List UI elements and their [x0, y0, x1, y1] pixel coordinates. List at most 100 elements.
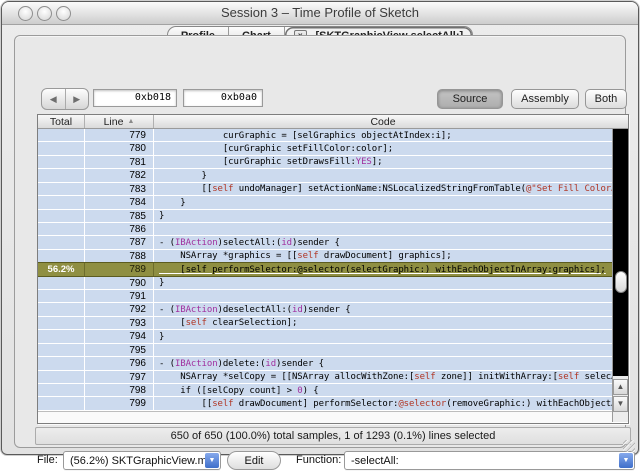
back-button[interactable]: ◀ — [42, 89, 65, 109]
total-cell — [38, 370, 85, 384]
table-row[interactable]: 787 - (IBAction)selectAll:(id)sender { — [38, 236, 612, 250]
code-cell: [[self undoManager] setActionName:NSLoca… — [159, 184, 612, 195]
line-number-cell: 781 — [85, 155, 154, 169]
total-cell — [38, 196, 85, 209]
table-row[interactable]: 792 - (IBAction)deselectAll:(id)sender { — [38, 303, 612, 317]
total-cell — [38, 276, 85, 290]
total-cell — [38, 330, 85, 343]
code-cell: if ([selCopy count] > 0) { — [159, 385, 319, 396]
line-number-cell: 798 — [85, 384, 154, 397]
table-row[interactable]: 791 — [38, 290, 612, 304]
table-row[interactable]: 780 [curGraphic setFillColor:color]; — [38, 142, 612, 156]
total-cell — [38, 249, 85, 263]
table-header: Total Line ▲ Code — [38, 115, 628, 129]
scrollbar-track[interactable] — [613, 129, 628, 376]
scroll-down-button[interactable]: ▼ — [613, 396, 628, 412]
scrollbar-thumb[interactable] — [614, 271, 627, 293]
code-cell: [self performSelector:@selector(selectGr… — [159, 264, 606, 275]
popup-arrow-icon: ▼ — [619, 453, 633, 468]
table-row[interactable]: 783 [[self undoManager] setActionName:NS… — [38, 182, 612, 197]
line-number-cell: 799 — [85, 397, 154, 410]
back-arrow-icon: ◀ — [49, 93, 57, 104]
code-cell — [154, 290, 612, 302]
line-number-cell: 791 — [85, 290, 154, 303]
file-popup-value: (56.2%) SKTGraphicView.m — [70, 454, 207, 467]
code-cell: NSArray *selCopy = [[NSArray allocWithZo… — [159, 372, 612, 383]
forward-arrow-icon: ▶ — [73, 93, 81, 104]
popup-arrow-icon: ▼ — [205, 453, 219, 468]
code-cell: NSArray *graphics = [[self drawDocument]… — [159, 251, 452, 262]
table-row[interactable]: 790} — [38, 276, 612, 291]
table-row[interactable]: 779 curGraphic = [selGraphics objectAtIn… — [38, 129, 612, 143]
total-cell — [38, 397, 85, 410]
edit-button[interactable]: Edit — [227, 451, 281, 470]
code-cell: [curGraphic setFillColor:color]; — [159, 143, 394, 154]
line-number-cell: 780 — [85, 142, 154, 155]
scrollbar-header-spacer — [612, 115, 628, 128]
scroll-up-button[interactable]: ▲ — [613, 379, 628, 395]
footer-bar: File: (56.2%) SKTGraphicView.m ▼ Edit Fu… — [15, 450, 635, 472]
code-cell: } — [159, 278, 165, 289]
history-nav-control: ◀ ▶ — [41, 88, 89, 110]
table-row[interactable]: 56.2% 789 [self performSelector:@selector… — [38, 263, 612, 277]
resize-grip-icon[interactable] — [623, 440, 635, 452]
total-cell — [38, 209, 85, 222]
vertical-scrollbar[interactable]: ▲ ▼ — [612, 129, 628, 422]
table-row[interactable]: 781 [curGraphic setDrawsFill:YES]; — [38, 155, 612, 170]
table-row[interactable]: 795 — [38, 343, 612, 358]
sort-ascending-icon: ▲ — [127, 118, 135, 125]
table-row[interactable]: 798 if ([selCopy count] > 0) { — [38, 384, 612, 398]
assembly-view-button[interactable]: Assembly — [511, 89, 579, 109]
content-panel: ◀ ▶ 0xb018 0xb0a0 Source Assembly Both T… — [14, 35, 635, 470]
address-field-start[interactable]: 0xb018 — [93, 89, 177, 107]
line-number-cell: 779 — [85, 129, 154, 142]
code-table: Total Line ▲ Code 779 curGraphic = [selG… — [37, 114, 629, 424]
function-popup[interactable]: -selectAll: ▼ — [344, 451, 635, 470]
line-number-cell: 784 — [85, 196, 154, 209]
line-number-cell: 788 — [85, 249, 154, 263]
code-cell — [154, 223, 612, 235]
source-view-button[interactable]: Source — [437, 89, 503, 109]
table-row[interactable]: 799 [[self drawDocument] performSelector… — [38, 397, 612, 411]
code-cell: curGraphic = [selGraphics objectAtIndex:… — [159, 130, 452, 141]
both-view-button[interactable]: Both — [585, 89, 627, 109]
function-popup-value: -selectAll: — [351, 454, 399, 467]
total-cell — [38, 169, 85, 182]
line-number-cell: 793 — [85, 316, 154, 330]
line-number-cell: 789 — [85, 263, 154, 276]
code-cell: [[self drawDocument] performSelector:@se… — [159, 398, 612, 409]
code-cell: [self clearSelection]; — [159, 318, 298, 329]
table-row[interactable]: 785} — [38, 209, 612, 223]
line-number-cell: 787 — [85, 236, 154, 249]
forward-button[interactable]: ▶ — [64, 89, 89, 109]
total-cell: 56.2% — [38, 263, 85, 276]
table-row[interactable]: 793 [self clearSelection]; — [38, 316, 612, 331]
column-header-line-label: Line — [103, 115, 124, 128]
column-header-total[interactable]: Total — [38, 115, 85, 128]
table-row[interactable]: 794} — [38, 330, 612, 344]
horizontal-scrollbar[interactable] — [38, 411, 612, 423]
file-popup[interactable]: (56.2%) SKTGraphicView.m ▼ — [63, 451, 221, 470]
window: Session 3 – Time Profile of Sketch Profi… — [1, 1, 639, 470]
line-number-cell: 796 — [85, 357, 154, 370]
table-row[interactable]: 784 } — [38, 196, 612, 210]
line-number-cell: 790 — [85, 276, 154, 290]
code-cell: } — [159, 331, 165, 342]
titlebar[interactable]: Session 3 – Time Profile of Sketch — [2, 2, 638, 25]
table-row[interactable]: 782 } — [38, 169, 612, 183]
code-cell — [154, 344, 612, 356]
code-cell: [curGraphic setDrawsFill:YES]; — [159, 157, 383, 168]
table-row[interactable]: 797 NSArray *selCopy = [[NSArray allocWi… — [38, 370, 612, 385]
code-cell: } — [159, 211, 165, 222]
window-title: Session 3 – Time Profile of Sketch — [221, 5, 419, 20]
line-number-cell: 783 — [85, 182, 154, 196]
line-number-cell: 782 — [85, 169, 154, 182]
address-field-end[interactable]: 0xb0a0 — [183, 89, 263, 107]
column-header-line[interactable]: Line ▲ — [85, 115, 154, 128]
table-row[interactable]: 788 NSArray *graphics = [[self drawDocum… — [38, 249, 612, 264]
column-header-code[interactable]: Code — [154, 115, 612, 128]
table-row[interactable]: 786 — [38, 222, 612, 237]
total-cell — [38, 303, 85, 316]
table-row[interactable]: 796 - (IBAction)delete:(id)sender { — [38, 357, 612, 371]
line-number-cell: 786 — [85, 222, 154, 236]
